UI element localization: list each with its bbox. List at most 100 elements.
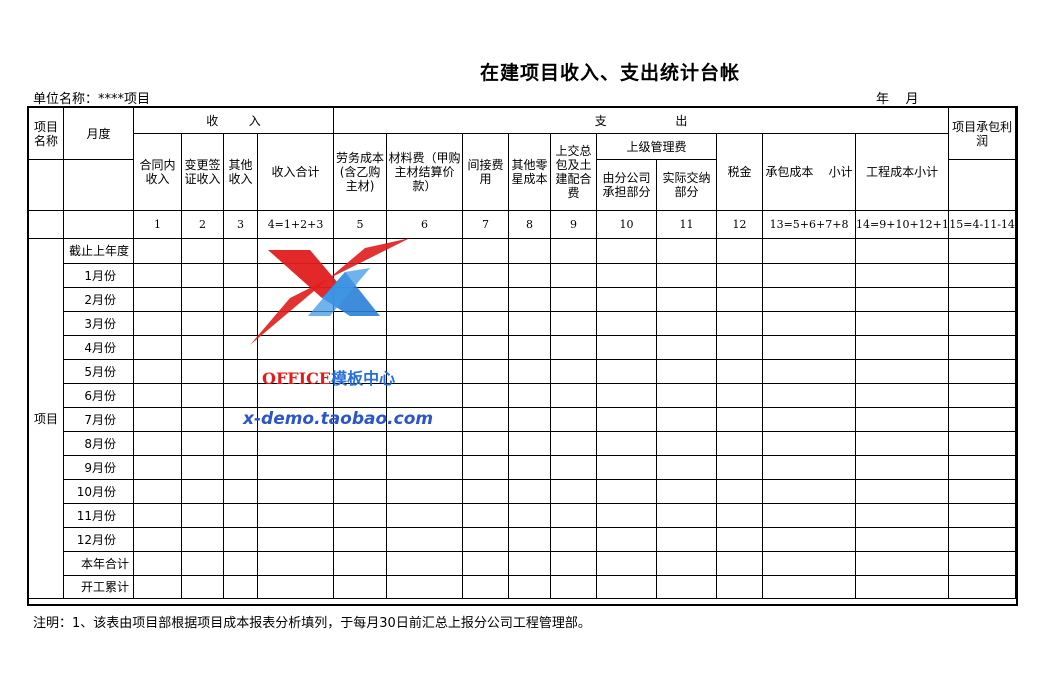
data-cell[interactable] [762,335,857,360]
data-cell[interactable] [508,359,552,384]
data-cell[interactable] [855,335,950,360]
data-cell[interactable] [716,311,764,336]
data-cell[interactable] [762,287,857,312]
data-cell[interactable] [508,238,552,264]
data-cell[interactable] [596,407,658,432]
data-cell[interactable] [550,431,598,456]
data-cell[interactable] [256,455,335,480]
data-cell[interactable] [256,311,335,336]
data-cell[interactable] [855,479,950,504]
data-cell[interactable] [596,335,658,360]
data-cell[interactable] [656,263,718,288]
data-cell[interactable] [762,359,857,384]
data-cell[interactable] [333,503,388,528]
data-cell[interactable] [333,575,388,599]
data-cell[interactable] [596,238,658,264]
data-cell[interactable] [716,407,764,432]
data-cell[interactable] [596,455,658,480]
data-cell[interactable] [550,263,598,288]
data-cell[interactable] [762,527,857,552]
data-cell[interactable] [386,527,464,552]
data-cell[interactable] [762,407,857,432]
data-cell[interactable] [256,238,335,264]
data-cell[interactable] [133,527,182,552]
data-cell[interactable] [508,551,552,576]
data-cell[interactable] [762,238,857,264]
data-cell[interactable] [386,311,464,336]
data-cell[interactable] [181,479,224,504]
data-cell[interactable] [462,335,510,360]
data-cell[interactable] [333,407,388,432]
data-cell[interactable] [948,431,1017,456]
data-cell[interactable] [855,407,950,432]
data-cell[interactable] [596,359,658,384]
data-cell[interactable] [462,311,510,336]
data-cell[interactable] [223,575,258,599]
data-cell[interactable] [656,431,718,456]
data-cell[interactable] [550,311,598,336]
data-cell[interactable] [550,503,598,528]
data-cell[interactable] [948,238,1017,264]
data-cell[interactable] [462,407,510,432]
data-cell[interactable] [596,527,658,552]
data-cell[interactable] [596,503,658,528]
data-cell[interactable] [948,551,1017,576]
data-cell[interactable] [462,431,510,456]
data-cell[interactable] [656,383,718,408]
data-cell[interactable] [508,407,552,432]
data-cell[interactable] [716,575,764,599]
data-cell[interactable] [855,359,950,384]
data-cell[interactable] [656,311,718,336]
data-cell[interactable] [855,551,950,576]
data-cell[interactable] [181,431,224,456]
data-cell[interactable] [386,575,464,599]
data-cell[interactable] [762,263,857,288]
data-cell[interactable] [333,311,388,336]
data-cell[interactable] [181,407,224,432]
data-cell[interactable] [716,238,764,264]
data-cell[interactable] [550,455,598,480]
data-cell[interactable] [855,527,950,552]
data-cell[interactable] [133,287,182,312]
data-cell[interactable] [656,479,718,504]
data-cell[interactable] [948,575,1017,599]
data-cell[interactable] [596,383,658,408]
data-cell[interactable] [223,311,258,336]
data-cell[interactable] [596,287,658,312]
data-cell[interactable] [462,383,510,408]
data-cell[interactable] [462,287,510,312]
data-cell[interactable] [256,287,335,312]
data-cell[interactable] [716,455,764,480]
data-cell[interactable] [948,407,1017,432]
data-cell[interactable] [855,383,950,408]
data-cell[interactable] [716,359,764,384]
data-cell[interactable] [948,263,1017,288]
data-cell[interactable] [462,263,510,288]
data-cell[interactable] [333,287,388,312]
data-cell[interactable] [462,551,510,576]
data-cell[interactable] [855,503,950,528]
data-cell[interactable] [596,479,658,504]
data-cell[interactable] [462,527,510,552]
data-cell[interactable] [223,287,258,312]
data-cell[interactable] [256,551,335,576]
data-cell[interactable] [386,287,464,312]
data-cell[interactable] [656,335,718,360]
data-cell[interactable] [508,311,552,336]
data-cell[interactable] [462,479,510,504]
data-cell[interactable] [948,455,1017,480]
data-cell[interactable] [133,407,182,432]
data-cell[interactable] [256,263,335,288]
data-cell[interactable] [333,263,388,288]
data-cell[interactable] [256,335,335,360]
data-cell[interactable] [656,455,718,480]
data-cell[interactable] [550,287,598,312]
data-cell[interactable] [716,527,764,552]
data-cell[interactable] [508,575,552,599]
data-cell[interactable] [855,431,950,456]
data-cell[interactable] [656,359,718,384]
data-cell[interactable] [133,383,182,408]
data-cell[interactable] [855,263,950,288]
data-cell[interactable] [855,238,950,264]
data-cell[interactable] [948,527,1017,552]
